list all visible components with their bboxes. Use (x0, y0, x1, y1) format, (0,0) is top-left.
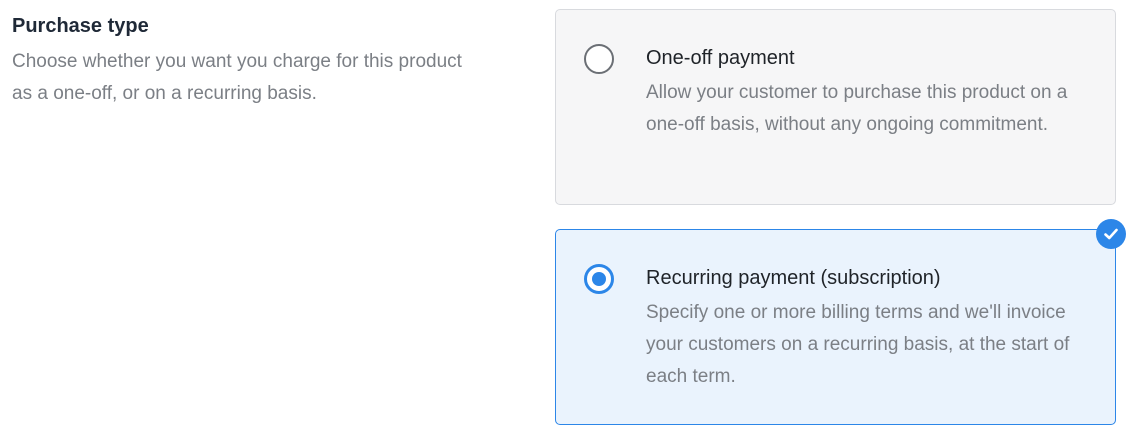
option-description-recurring: Specify one or more billing terms and we… (646, 302, 1070, 387)
purchase-type-section-header: Purchase type Choose whether you want yo… (12, 12, 512, 110)
option-card-one-off-payment[interactable]: One-off payment Allow your customer to p… (555, 9, 1116, 205)
checkmark-circle-icon (1096, 219, 1126, 249)
radio-recurring-payment[interactable] (584, 264, 614, 294)
option-title-recurring: Recurring payment (subscription) (646, 267, 941, 289)
radio-one-off-payment[interactable] (584, 44, 614, 74)
option-card-recurring-payment[interactable]: Recurring payment (subscription) Specify… (555, 229, 1116, 425)
option-description-one-off: Allow your customer to purchase this pro… (646, 82, 1068, 135)
option-title-one-off: One-off payment (646, 47, 795, 69)
radio-selected-dot (592, 272, 606, 286)
section-title: Purchase type (12, 15, 149, 37)
checkmark-icon (1104, 228, 1118, 240)
section-description: Choose whether you want you charge for t… (12, 51, 462, 104)
